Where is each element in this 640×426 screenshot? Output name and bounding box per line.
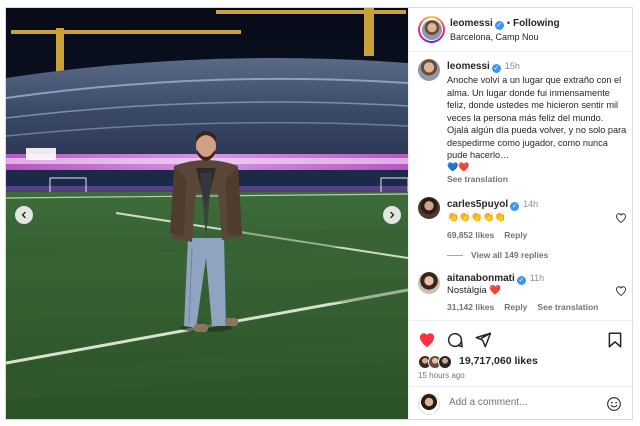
comment-likes[interactable]: 69,852 likes bbox=[447, 230, 494, 240]
comment-username[interactable]: aitanabonmati bbox=[447, 273, 515, 284]
liker-avatar bbox=[438, 355, 452, 369]
reply-button[interactable]: Reply bbox=[504, 302, 527, 312]
comment-meta: 31,142 likes Reply See translation bbox=[447, 302, 608, 312]
post-likes-count[interactable]: 19,717,060 likes bbox=[459, 355, 538, 367]
verified-badge-icon: ✓ bbox=[491, 64, 501, 73]
verified-badge-icon: ✓ bbox=[494, 21, 504, 30]
comment-icon[interactable] bbox=[446, 331, 464, 349]
reply-button[interactable]: Reply bbox=[504, 230, 527, 240]
liker-avatars[interactable] bbox=[418, 355, 464, 369]
comment-meta: 69,852 likes Reply bbox=[447, 230, 537, 240]
comment-header: aitanabonmati ✓ 11h bbox=[447, 273, 544, 285]
emoji-icon[interactable] bbox=[606, 396, 622, 412]
separator-dot: • bbox=[506, 18, 510, 28]
add-comment-bar bbox=[409, 386, 633, 419]
post-location[interactable]: Barcelona, Camp Nou bbox=[450, 32, 539, 42]
comment-like-heart-icon[interactable] bbox=[615, 285, 627, 297]
comment-text: Nostàlgia ❤️ bbox=[447, 285, 502, 296]
caption-username[interactable]: leomessi bbox=[447, 61, 490, 72]
verified-badge-icon: ✓ bbox=[510, 202, 520, 211]
post-side-panel: leomessi ✓ • Following Barcelona, Camp Nou … bbox=[408, 8, 633, 419]
verified-badge-icon: ✓ bbox=[516, 276, 526, 285]
comment-time: 14h bbox=[523, 199, 539, 209]
heart-filled-icon[interactable] bbox=[418, 331, 436, 349]
post-header: leomessi ✓ • Following Barcelona, Camp Nou bbox=[409, 8, 633, 52]
chevron-right-icon bbox=[390, 211, 395, 219]
comment-likes[interactable]: 31,142 likes bbox=[447, 302, 494, 312]
comment-see-translation[interactable]: See translation bbox=[537, 302, 598, 312]
replies-line bbox=[447, 255, 463, 257]
chevron-left-icon bbox=[21, 211, 26, 219]
send-icon[interactable] bbox=[474, 331, 492, 349]
stadium-photo bbox=[6, 8, 408, 419]
next-photo-button[interactable] bbox=[383, 206, 401, 224]
following-button[interactable]: Following bbox=[513, 18, 560, 29]
author-avatar[interactable] bbox=[418, 16, 445, 43]
comment-username[interactable]: carles5puyol bbox=[447, 199, 508, 210]
add-comment-input[interactable] bbox=[449, 397, 599, 408]
author-line: leomessi ✓ • Following bbox=[450, 18, 560, 30]
comment-avatar[interactable] bbox=[418, 197, 440, 219]
caption-time: 15h bbox=[504, 61, 520, 71]
bookmark-icon[interactable] bbox=[606, 331, 624, 349]
instagram-post: leomessi ✓ • Following Barcelona, Camp Nou … bbox=[5, 7, 633, 420]
caption-author-avatar[interactable] bbox=[418, 59, 440, 81]
comment-header: carles5puyol ✓ 14h bbox=[447, 199, 538, 211]
caption-text: Anoche volví a un lugar que extraño con … bbox=[447, 75, 627, 160]
post-timestamp[interactable]: 15 hours ago bbox=[418, 371, 465, 380]
post-actions: 19,717,060 likes 15 hours ago bbox=[409, 320, 633, 380]
caption-hearts: 💙❤️ bbox=[447, 162, 470, 172]
author-username[interactable]: leomessi bbox=[450, 18, 493, 29]
comment-like-heart-icon[interactable] bbox=[615, 212, 627, 224]
current-user-avatar bbox=[418, 393, 440, 415]
comment-text: 👏👏👏👏👏 bbox=[447, 212, 507, 223]
view-replies-button[interactable]: View all 149 replies bbox=[447, 250, 548, 260]
comment-avatar[interactable] bbox=[418, 272, 440, 294]
post-photo[interactable] bbox=[6, 8, 408, 419]
caption-header: leomessi ✓ 15h bbox=[447, 61, 520, 73]
view-replies-label: View all 149 replies bbox=[471, 250, 549, 260]
previous-photo-button[interactable] bbox=[15, 206, 33, 224]
comment-time: 11h bbox=[529, 273, 545, 283]
caption-see-translation[interactable]: See translation bbox=[447, 174, 508, 184]
